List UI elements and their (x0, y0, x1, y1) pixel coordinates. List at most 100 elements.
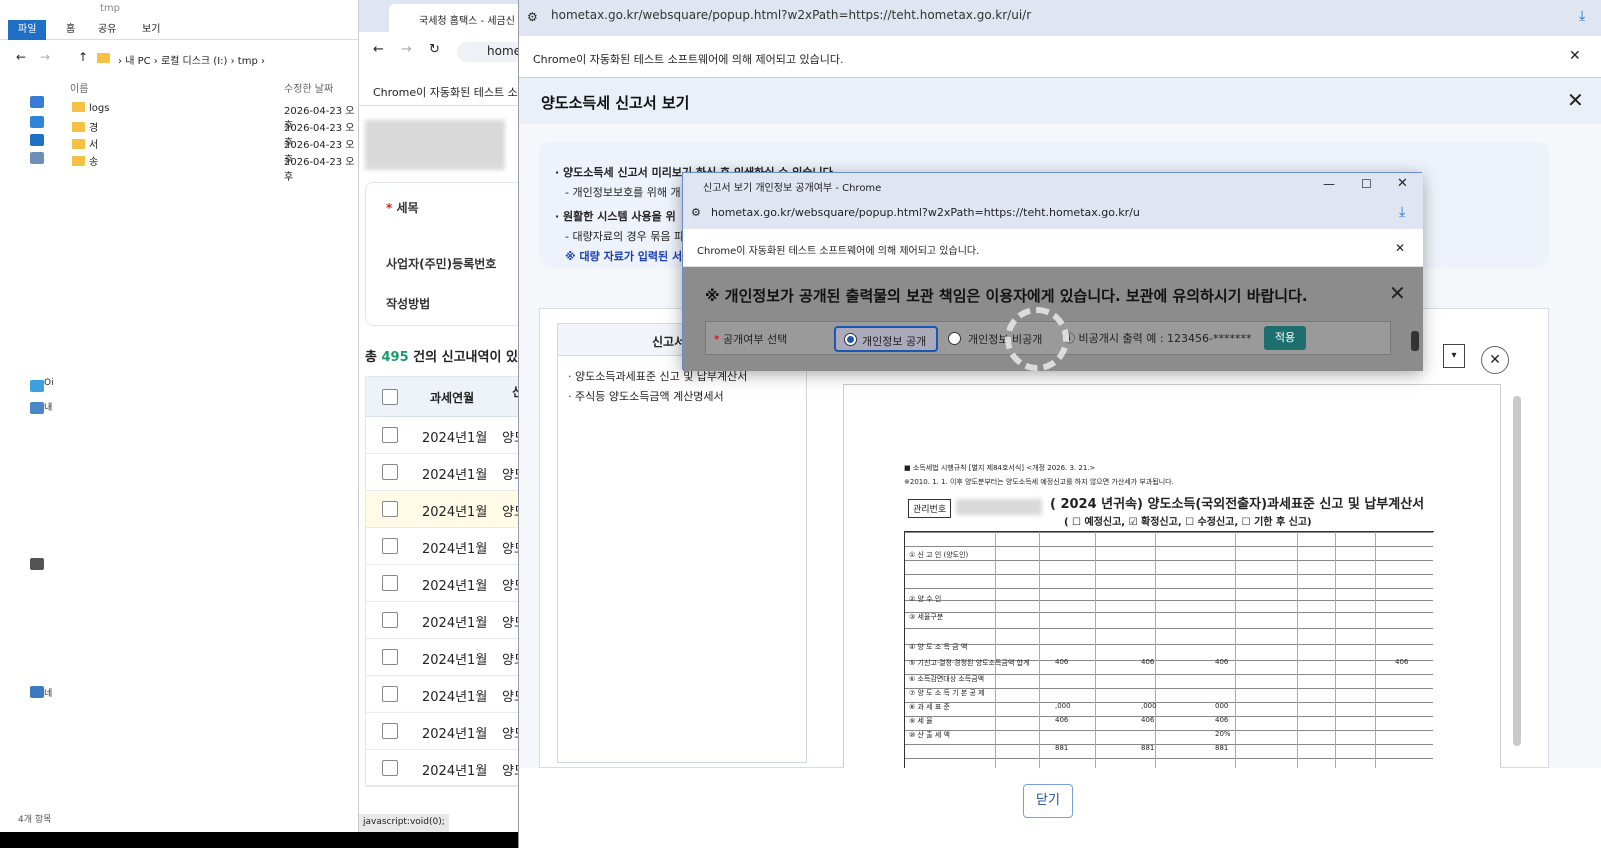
report-table: 과세연월 신 2024년1월양도2024년1월양도2024년1월양도2024년1… (365, 376, 526, 787)
ribbon-tab-file[interactable]: 파일 (8, 20, 47, 40)
table-row[interactable]: 2024년1월 양도 (366, 565, 526, 602)
breadcrumb[interactable]: › 내 PC › 로컬 디스크 (I:) › tmp › (118, 52, 265, 67)
sidebar-pc[interactable]: 내 (44, 400, 52, 413)
file-row[interactable]: 경 2026-04-23 오후 (72, 119, 362, 149)
row-checkbox[interactable] (382, 612, 398, 628)
doc-col-line (1155, 532, 1156, 779)
row-month: 2024년1월 (422, 579, 488, 594)
radio-private[interactable] (948, 332, 961, 345)
doc-row-line (905, 674, 1433, 675)
onedrive-icon[interactable] (30, 380, 44, 392)
doc-table: ① 신 고 인 (양도인) ② 양 수 인 ③ 세율구분 ④ 양 도 소 득 금 액 ⑤… (904, 531, 1434, 779)
privacy-message: ※ 개인정보가 공개된 출력물의 보관 책임은 이용자에게 있습니다. 보관에 … (705, 287, 1308, 305)
table-row[interactable]: 2024년1월 양도 (366, 528, 526, 565)
sidebar-network[interactable]: 네 (44, 686, 52, 699)
doc-label: ⑧ 과 세 표 준 (909, 703, 950, 711)
drive-icon[interactable] (30, 558, 44, 570)
doc-row-line (905, 532, 1433, 533)
doc-col-line (995, 532, 996, 779)
infobar-close-icon[interactable]: ✕ (1395, 241, 1405, 255)
table-row[interactable]: 2024년1월 양도 (366, 602, 526, 639)
radio-public[interactable] (844, 333, 857, 346)
select-all-checkbox[interactable] (382, 389, 398, 405)
table-row[interactable]: 2024년1월 양도 (366, 454, 526, 491)
table-row[interactable]: 2024년1월 양도 (366, 750, 526, 787)
row-checkbox[interactable] (382, 723, 398, 739)
breadcrumb-pc[interactable]: 내 PC (125, 56, 150, 67)
ribbon-tab-view[interactable]: 보기 (132, 20, 170, 40)
popup-address-bar: ⚙ hometax.go.kr/websquare/popup.html?w2x… (683, 199, 1423, 229)
file-row[interactable]: 서 2026-04-23 오후 (72, 136, 362, 166)
back-arrow-icon[interactable]: ← (16, 50, 26, 64)
close-button[interactable]: 닫기 (1023, 784, 1073, 818)
document-icon[interactable] (30, 152, 44, 164)
doc-row-line (905, 716, 1433, 717)
breadcrumb-tmp[interactable]: tmp (238, 56, 258, 67)
ribbon-tab-share[interactable]: 공유 (88, 20, 126, 40)
desktop-icon[interactable] (30, 116, 44, 128)
row-checkbox[interactable] (382, 649, 398, 665)
doc-col-line (1375, 532, 1376, 779)
option-public[interactable]: 개인정보 공개 (834, 326, 938, 352)
automation-infobar: Chrome이 자동화된 테스트 소프트웨어에 의해 제어되고 있습니다. (519, 36, 1601, 78)
zoom-select[interactable]: ▾ (1443, 344, 1465, 368)
file-row[interactable]: 송 2026-04-23 오후 (72, 153, 362, 183)
up-arrow-icon[interactable]: ↑ (78, 50, 88, 64)
download-icon[interactable]: ⤓ (1579, 8, 1585, 24)
window-close-icon[interactable]: ✕ (1397, 176, 1408, 191)
doc-value: 406 (1395, 658, 1409, 666)
row-checkbox[interactable] (382, 575, 398, 591)
minimize-icon[interactable]: — (1323, 177, 1335, 191)
sidebar-onedrive[interactable]: Oi (44, 378, 54, 388)
reload-icon[interactable]: ↻ (429, 42, 440, 57)
viewer-close-icon[interactable]: ✕ (1481, 346, 1509, 374)
row-checkbox[interactable] (382, 538, 398, 554)
doc-row-line (905, 730, 1433, 731)
row-checkbox[interactable] (382, 464, 398, 480)
download-icon[interactable] (30, 134, 44, 146)
popup-close-icon[interactable]: ✕ (1389, 281, 1406, 305)
row-checkbox[interactable] (382, 501, 398, 517)
site-info-icon[interactable]: ⚙ (691, 206, 701, 219)
tree-item-stock[interactable]: · 주식등 양도소득금액 계산명세서 (568, 388, 724, 404)
maximize-icon[interactable]: ☐ (1361, 177, 1372, 191)
ribbon-tab-home[interactable]: 홈 (56, 20, 85, 40)
network-icon[interactable] (30, 686, 44, 698)
table-row[interactable]: 2024년1월 양도 (366, 491, 526, 528)
doc-row-line (905, 612, 1433, 613)
file-name: logs (89, 103, 110, 114)
breadcrumb-drive[interactable]: 로컬 디스크 (I:) (161, 56, 227, 67)
doc-value: 881 (1141, 744, 1155, 752)
browser-tab[interactable]: 국세청 홈택스 - 세금신 (389, 4, 529, 32)
star-icon[interactable] (30, 96, 44, 108)
doc-value: 000 (1215, 702, 1229, 710)
forward-arrow-icon[interactable]: → (401, 42, 412, 57)
doc-label: ① 신 고 인 (양도인) (909, 551, 969, 559)
table-row[interactable]: 2024년1월 양도 (366, 713, 526, 750)
table-row[interactable]: 2024년1월 양도 (366, 676, 526, 713)
row-checkbox[interactable] (382, 760, 398, 776)
popup-scrollbar[interactable] (1411, 331, 1419, 351)
search-form: * 세목 사업자(주민)등록번호 작성방법 (365, 182, 525, 326)
apply-button[interactable]: 적용 (1264, 326, 1306, 350)
url-field[interactable]: hometax.go.kr/websquare/popup.html?w2xPa… (527, 8, 1577, 22)
pc-icon[interactable] (30, 402, 44, 414)
doc-row-line (905, 588, 1433, 589)
row-month: 2024년1월 (422, 542, 488, 557)
doc-col-line (1235, 532, 1236, 779)
row-checkbox[interactable] (382, 427, 398, 443)
row-checkbox[interactable] (382, 686, 398, 702)
column-date-header[interactable]: 수정한 날짜 (284, 80, 333, 95)
forward-arrow-icon[interactable]: → (40, 50, 50, 64)
popup-url[interactable]: hometax.go.kr/websquare/popup.html?w2xPa… (711, 206, 1140, 219)
back-arrow-icon[interactable]: ← (373, 42, 384, 57)
dialog-close-icon[interactable]: ✕ (1567, 88, 1584, 112)
document-scrollbar[interactable] (1513, 396, 1521, 746)
infobar-close-icon[interactable]: ✕ (1569, 48, 1581, 64)
column-name-header[interactable]: 이름 (70, 80, 88, 95)
download-icon[interactable]: ⤓ (1399, 204, 1405, 220)
file-row[interactable]: logs 2026-04-23 오후 (72, 102, 362, 132)
dialog-title: 양도소득세 신고서 보기 (541, 94, 690, 112)
table-row[interactable]: 2024년1월 양도 (366, 639, 526, 676)
table-row[interactable]: 2024년1월 양도 (366, 417, 526, 454)
